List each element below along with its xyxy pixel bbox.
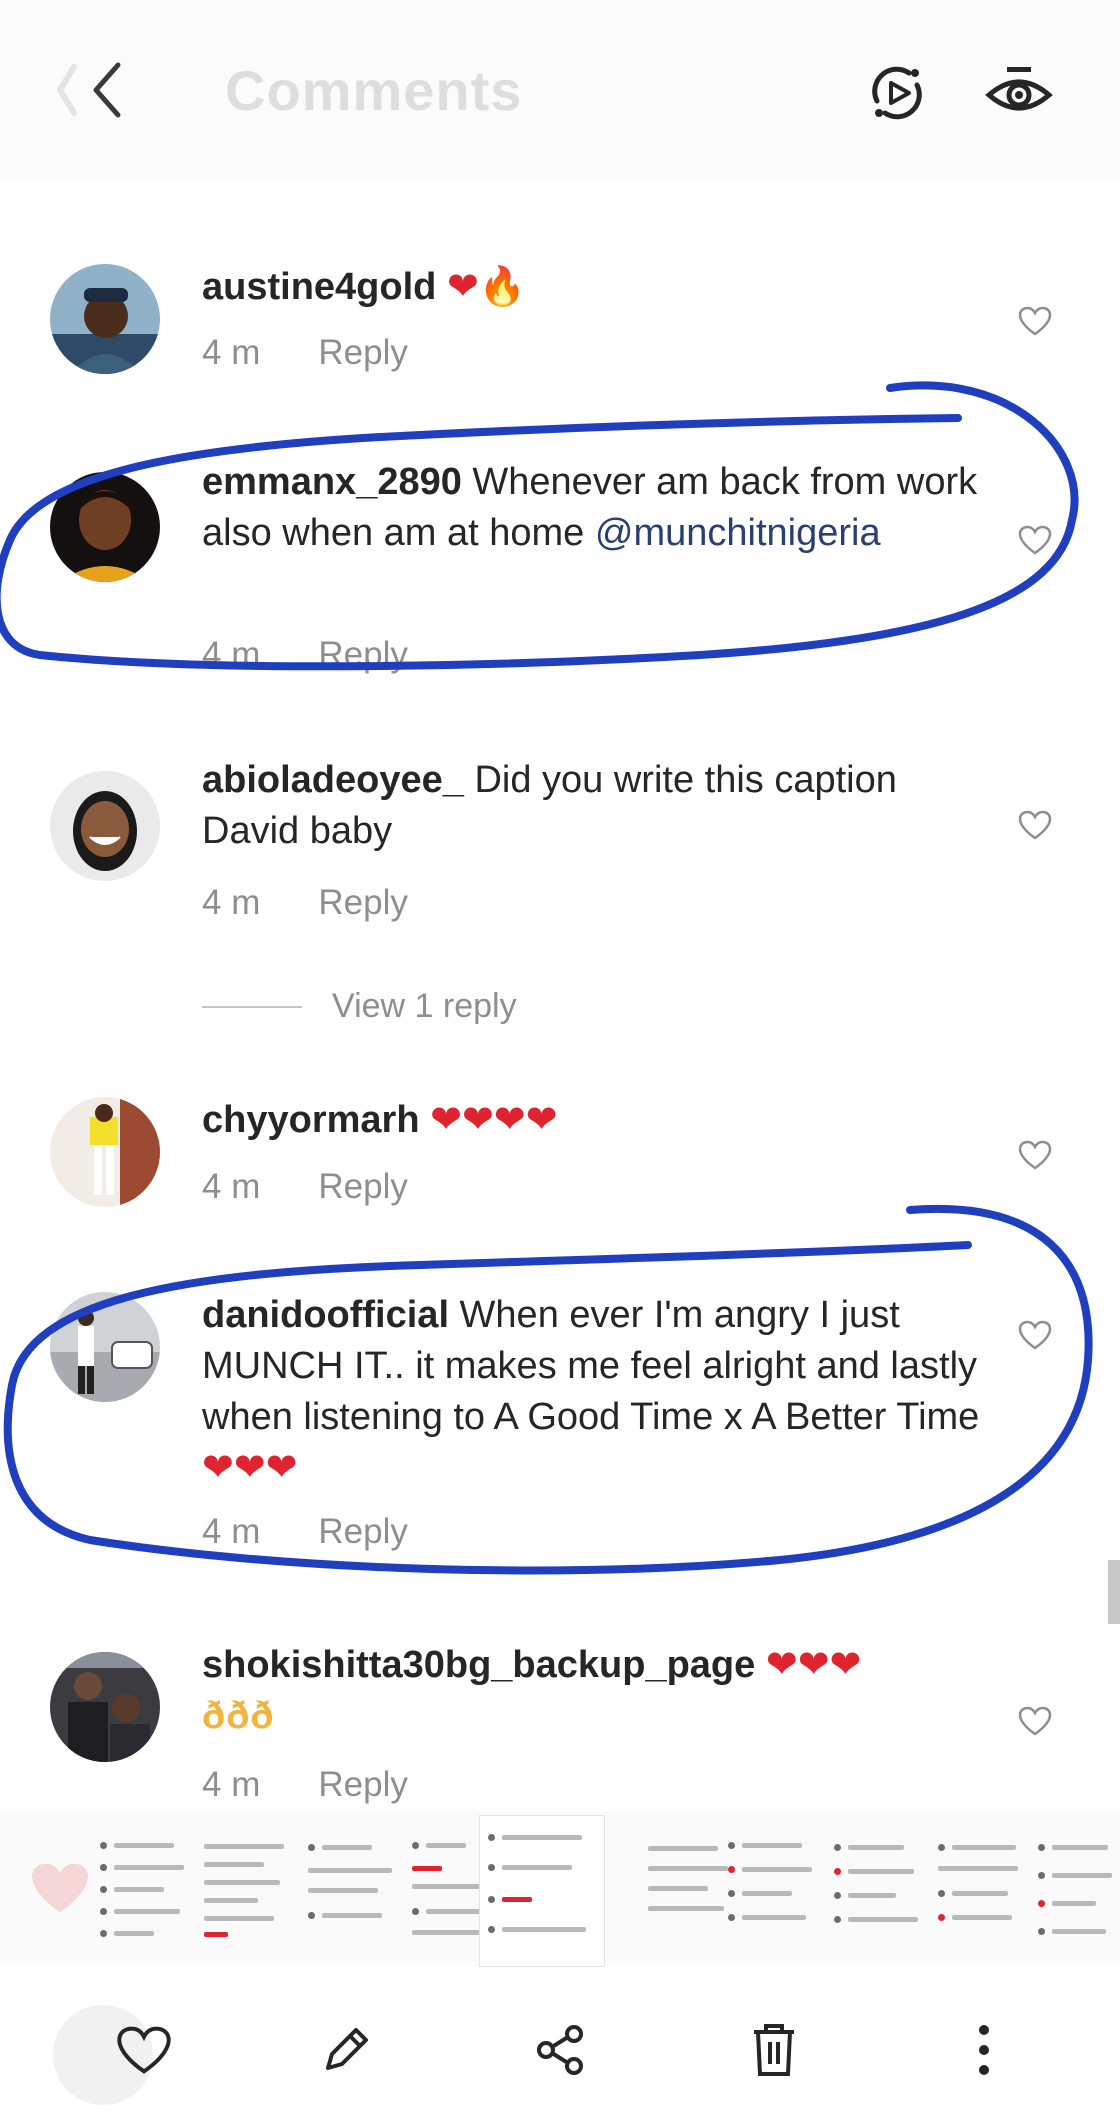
comment-item: austine4gold ❤🔥 4 m Reply — [0, 240, 1120, 390]
divider-line — [202, 1005, 302, 1008]
more-button[interactable] — [944, 2010, 1024, 2090]
reply-button[interactable]: Reply — [318, 1167, 407, 1206]
reply-button[interactable]: Reply — [318, 635, 407, 674]
mention-link[interactable]: @munchitnigeria — [595, 512, 881, 554]
back-arrow-icon — [57, 62, 121, 118]
timestamp: 4 m — [202, 1512, 261, 1551]
thumbnail[interactable] — [826, 1832, 936, 1952]
delete-button[interactable] — [734, 2010, 814, 2090]
reply-button[interactable]: Reply — [318, 883, 407, 922]
username[interactable]: abioladeoyee_ — [202, 759, 464, 801]
thumbnail[interactable] — [196, 1832, 306, 1952]
avatar[interactable] — [50, 771, 160, 881]
reply-button[interactable]: Reply — [318, 1512, 407, 1551]
eye-icon — [985, 67, 1053, 111]
timestamp: 4 m — [202, 1765, 261, 1804]
heart-outline-icon — [1018, 525, 1052, 555]
bottom-toolbar — [0, 1980, 1120, 2128]
thumbnail-strip — [0, 1812, 1120, 1966]
username[interactable]: emmanx_2890 — [202, 461, 462, 503]
thumbnail[interactable] — [1030, 1832, 1120, 1952]
timestamp: 4 m — [202, 333, 261, 372]
like-button[interactable] — [1010, 1130, 1060, 1180]
comment-meta: 4 m Reply — [202, 1167, 408, 1207]
like-button[interactable] — [1010, 1310, 1060, 1360]
page-title: Comments — [225, 59, 523, 122]
comment-body: austine4gold ❤🔥 — [202, 262, 1002, 313]
thumbnail[interactable] — [720, 1832, 830, 1952]
hearts-emoji: ❤❤❤ — [765, 1644, 862, 1686]
scrollbar[interactable] — [1108, 1560, 1120, 1624]
heart-outline-icon — [1018, 810, 1052, 840]
thumbnail[interactable] — [930, 1832, 1040, 1952]
video-play-icon — [872, 66, 922, 120]
like-button[interactable] — [1010, 515, 1060, 565]
username[interactable]: danidoofficial — [202, 1294, 449, 1336]
header-bar: Comments — [0, 0, 1120, 180]
faded-heart-icon — [32, 1863, 88, 1913]
thumbnail-selected[interactable] — [480, 1816, 604, 1966]
share-icon — [537, 2025, 583, 2075]
avatar[interactable] — [50, 472, 160, 582]
avatar[interactable] — [50, 1652, 160, 1762]
avatar[interactable] — [50, 1097, 160, 1207]
comment-body: abioladeoyee_ Did you write this caption… — [202, 755, 1002, 857]
edit-button[interactable] — [306, 2010, 386, 2090]
comment-meta: 4 m Reply — [202, 333, 408, 373]
reply-button[interactable]: Reply — [318, 1765, 407, 1804]
username[interactable]: shokishitta30bg_backup_page — [202, 1644, 755, 1686]
comments-screen: Comments austine4gold ❤🔥 4 m Reply emman… — [0, 0, 1120, 2128]
video-button[interactable] — [862, 58, 932, 128]
timestamp: 4 m — [202, 883, 261, 922]
comment-meta: 4 m Reply — [202, 1765, 408, 1805]
favorite-button[interactable] — [104, 2010, 184, 2090]
comment-item: emmanx_2890 Whenever am back from work a… — [0, 455, 1120, 674]
heart-outline-icon — [1018, 1140, 1052, 1170]
comment-body: chyyormarh ❤❤❤❤ — [202, 1095, 1002, 1146]
timestamp: 4 m — [202, 635, 261, 674]
comment-body: danidoofficial When ever I'm angry I jus… — [202, 1290, 1002, 1494]
comment-meta: 4 m Reply — [202, 1512, 408, 1552]
view-replies-label: View 1 reply — [332, 987, 517, 1025]
view-replies-link[interactable]: View 1 reply — [202, 987, 517, 1026]
username[interactable]: austine4gold — [202, 266, 436, 308]
like-button[interactable] — [1010, 296, 1060, 346]
share-button[interactable] — [520, 2010, 600, 2090]
heart-outline-icon — [1018, 1706, 1052, 1736]
like-button[interactable] — [1010, 1696, 1060, 1746]
back-button[interactable] — [40, 52, 140, 128]
comment-body: emmanx_2890 Whenever am back from work a… — [202, 457, 1002, 559]
trash-icon — [754, 2024, 794, 2076]
thumbnail[interactable] — [300, 1832, 410, 1952]
heart-icon — [117, 2026, 171, 2074]
comment-item: chyyormarh ❤❤❤❤ 4 m Reply — [0, 1095, 1120, 1245]
comment-item: abioladeoyee_ Did you write this caption… — [0, 755, 1120, 935]
hearts-emoji: ❤❤❤❤ — [430, 1099, 558, 1141]
avatar[interactable] — [50, 1292, 160, 1402]
garbled-emoji-text: ð­ð­ð­ — [202, 1695, 275, 1737]
comment-meta: 4 m Reply — [202, 635, 408, 675]
comment-item: shokishitta30bg_backup_page ❤❤❤ ð­ð­ð­ 4… — [0, 1640, 1120, 1804]
username[interactable]: chyyormarh — [202, 1099, 420, 1141]
like-button[interactable] — [1010, 800, 1060, 850]
heart-fire-emoji: ❤🔥 — [446, 266, 527, 308]
hearts-emoji: ❤❤❤ — [202, 1447, 298, 1489]
heart-outline-icon — [1018, 1320, 1052, 1350]
timestamp: 4 m — [202, 1167, 261, 1206]
reply-button[interactable]: Reply — [318, 333, 407, 372]
avatar[interactable] — [50, 264, 160, 374]
view-button[interactable] — [984, 58, 1054, 128]
heart-outline-icon — [1018, 306, 1052, 336]
comment-body: shokishitta30bg_backup_page ❤❤❤ ð­ð­ð­ — [202, 1640, 1002, 1742]
comment-meta: 4 m Reply — [202, 883, 408, 923]
comment-item: danidoofficial When ever I'm angry I jus… — [0, 1290, 1120, 1570]
edit-icon — [326, 2028, 368, 2070]
more-vertical-icon — [979, 2025, 989, 2075]
thumbnail[interactable] — [92, 1832, 202, 1952]
